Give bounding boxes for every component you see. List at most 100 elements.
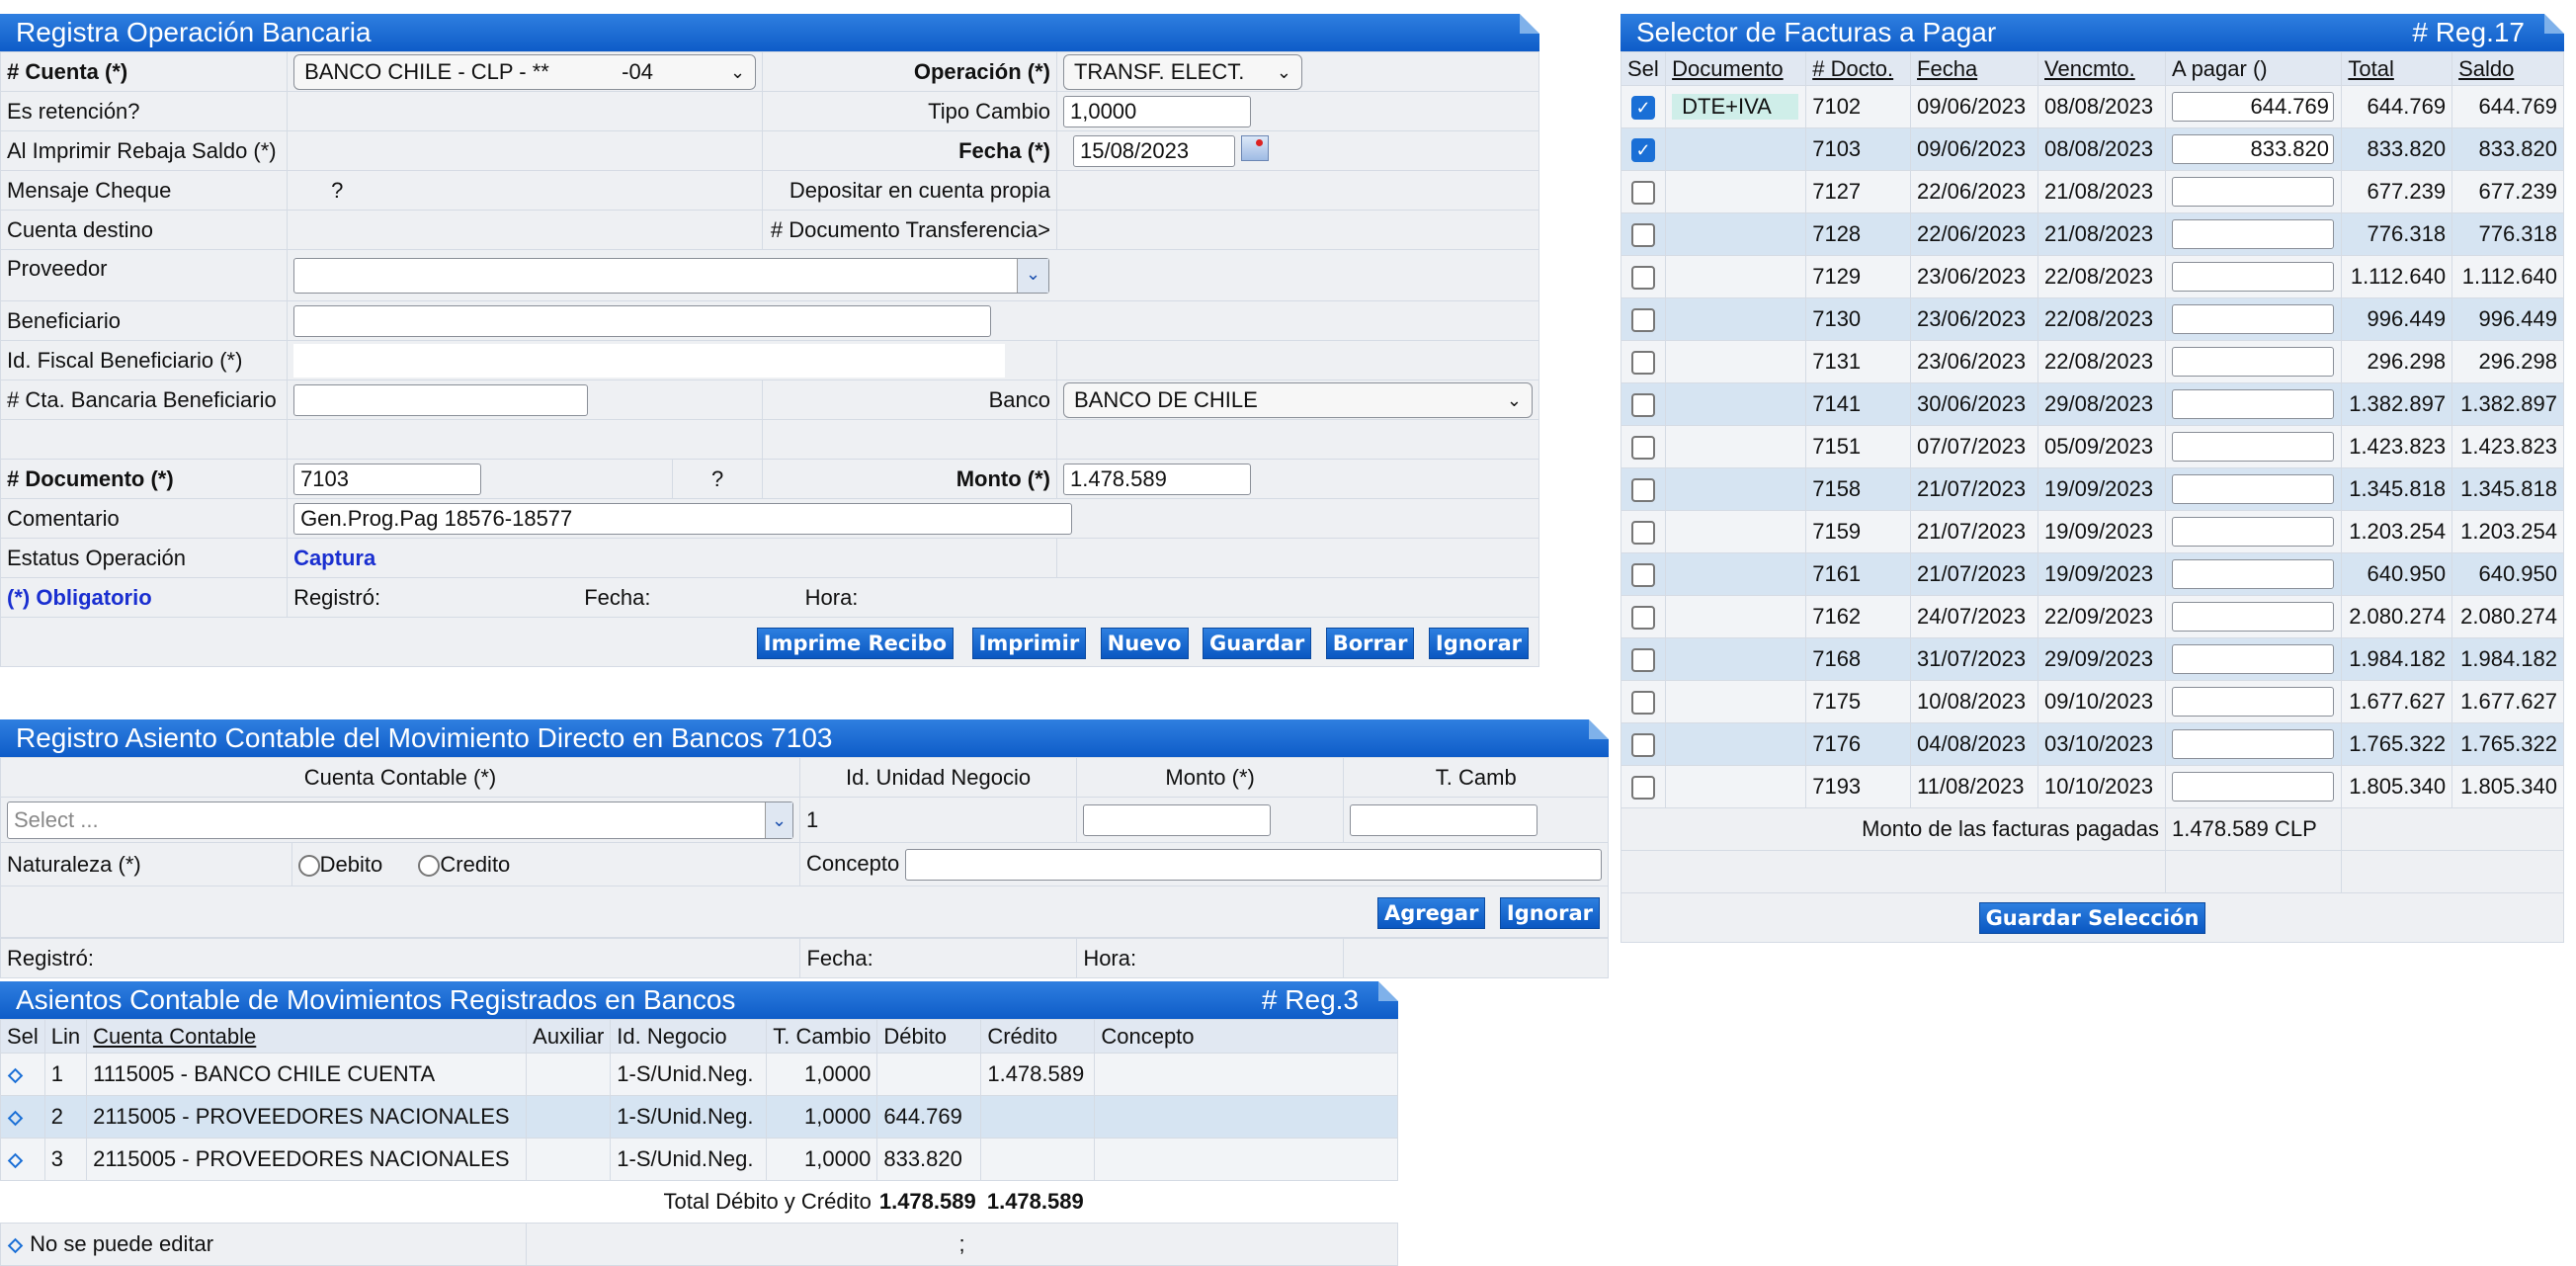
row-select[interactable] [1620,212,1667,256]
row-select[interactable] [1620,340,1667,383]
debito-radio[interactable] [297,854,320,877]
facturas-col-documento[interactable]: Documento [1665,51,1807,86]
a-pagar-input[interactable] [2172,347,2334,377]
a-pagar-input[interactable] [2172,559,2334,589]
table-row[interactable]: 7130 23/06/2023 22/08/2023 996.449 996.449 [1620,297,2564,341]
agregar-button[interactable]: Agregar [1376,897,1486,929]
cuenta-contable-select[interactable]: Select ... ⌄ [7,801,793,839]
diamond-icon[interactable] [7,1152,24,1169]
comentario-input[interactable]: Gen.Prog.Pag 18576-18577 [293,502,1073,535]
table-row[interactable]: 2 2115005 - PROVEEDORES NACIONALES 1-S/Uni… [0,1095,1398,1139]
row-select[interactable] [1620,680,1667,723]
table-row[interactable]: 7176 04/08/2023 03/10/2023 1.765.322 1.765.3… [1620,722,2564,766]
chevron-down-icon[interactable]: ⌄ [1017,258,1049,293]
tipo-cambio-input[interactable]: 1,0000 [1062,95,1251,127]
table-row[interactable]: 7162 24/07/2023 22/09/2023 2.080.274 2.080.2… [1620,595,2564,638]
a-pagar-input[interactable] [2172,644,2334,674]
operacion-select[interactable]: TRANSF. ELECT. ⌄ [1062,53,1302,90]
table-row[interactable]: 3 2115005 - PROVEEDORES NACIONALES 1-S/Uni… [0,1138,1398,1181]
a-pagar-input[interactable]: 833.820 [2172,134,2334,164]
table-row[interactable]: 7129 23/06/2023 22/08/2023 1.112.640 1.112.6… [1620,255,2564,298]
cuenta-select[interactable]: BANCO CHILE - CLP - ** -04 ⌄ [293,53,757,90]
row-select[interactable]: ✓ [1620,127,1667,171]
a-pagar-input[interactable] [2172,602,2334,632]
row-select[interactable] [0,1053,45,1096]
row-select[interactable] [1620,765,1667,808]
imprimir-button[interactable]: Imprimir [971,628,1087,659]
row-select[interactable] [1620,510,1667,553]
checkbox[interactable] [1631,478,1656,503]
checkbox[interactable] [1631,563,1656,588]
row-select[interactable] [1620,595,1667,638]
t-camb-input[interactable] [1350,803,1538,836]
row-select[interactable] [1620,255,1667,298]
calendar-icon[interactable] [1241,134,1270,161]
a-pagar-input[interactable] [2172,474,2334,504]
row-select[interactable] [1620,637,1667,681]
concepto-input[interactable] [905,848,1603,881]
facturas-col-total[interactable]: Total [2341,51,2453,86]
row-select[interactable] [1620,722,1667,766]
table-row[interactable]: 7158 21/07/2023 19/09/2023 1.345.818 1.345.8… [1620,467,2564,511]
table-row[interactable]: 7159 21/07/2023 19/09/2023 1.203.254 1.203.2… [1620,510,2564,553]
a-pagar-input[interactable] [2172,389,2334,419]
a-pagar-input[interactable] [2172,177,2334,207]
checkbox[interactable] [1631,393,1656,418]
checkbox[interactable] [1631,521,1656,546]
checkbox[interactable]: ✓ [1631,138,1656,163]
table-row[interactable]: 7151 07/07/2023 05/09/2023 1.423.823 1.423.8… [1620,425,2564,468]
table-row[interactable]: 7175 10/08/2023 09/10/2023 1.677.627 1.677.6… [1620,680,2564,723]
diamond-icon[interactable] [7,1110,24,1127]
beneficiario-input[interactable] [293,304,992,337]
checkbox[interactable] [1631,308,1656,333]
monto-input[interactable]: 1.478.589 [1062,463,1251,495]
table-row[interactable]: ✓ 7103 09/06/2023 08/08/2023 833.820 833.820 8… [1620,127,2564,171]
a-pagar-input[interactable] [2172,687,2334,717]
row-select[interactable] [0,1138,45,1181]
checkbox[interactable] [1631,266,1656,291]
table-row[interactable]: ✓ DTE+IVA 7102 09/06/2023 08/08/2023 644.769 6… [1620,85,2564,128]
credito-radio[interactable] [418,854,441,877]
a-pagar-input[interactable] [2172,432,2334,462]
mensaje-help[interactable]: ? [287,170,764,211]
a-pagar-input[interactable] [2172,729,2334,759]
checkbox[interactable] [1631,181,1656,206]
checkbox[interactable] [1631,733,1656,758]
nuevo-button[interactable]: Nuevo [1100,628,1189,659]
table-row[interactable]: 7127 22/06/2023 21/08/2023 677.239 677.239 [1620,170,2564,213]
asientos-col-cuenta[interactable]: Cuenta Contable [86,1019,528,1054]
row-select[interactable]: ✓ [1620,85,1667,128]
row-select[interactable] [1620,467,1667,511]
row-select[interactable] [1620,170,1667,213]
facturas-col-saldo[interactable]: Saldo [2451,51,2564,86]
a-pagar-input[interactable] [2172,772,2334,802]
checkbox[interactable] [1631,351,1656,376]
table-row[interactable]: 7141 30/06/2023 29/08/2023 1.382.897 1.382.8… [1620,382,2564,426]
table-row[interactable]: 7161 21/07/2023 19/09/2023 640.950 640.950 [1620,552,2564,596]
table-row[interactable]: 7128 22/06/2023 21/08/2023 776.318 776.318 [1620,212,2564,256]
table-row[interactable]: 7168 31/07/2023 29/09/2023 1.984.182 1.984.1… [1620,637,2564,681]
row-select[interactable] [1620,552,1667,596]
checkbox[interactable] [1631,436,1656,461]
guardar-button[interactable]: Guardar [1203,628,1312,659]
checkbox[interactable]: ✓ [1631,96,1656,121]
banco-select[interactable]: BANCO DE CHILE ⌄ [1062,381,1533,418]
imprime-recibo-button[interactable]: Imprime Recibo [756,628,955,659]
row-select[interactable] [1620,382,1667,426]
documento-input[interactable]: 7103 [293,463,482,495]
a-pagar-input[interactable] [2172,304,2334,334]
borrar-button[interactable]: Borrar [1325,628,1415,659]
checkbox[interactable] [1631,223,1656,248]
checkbox[interactable] [1631,691,1656,716]
documento-help[interactable]: ? [672,459,764,499]
facturas-col-docto[interactable]: # Docto. [1805,51,1912,86]
diamond-icon[interactable] [7,1067,24,1084]
table-row[interactable]: 7193 11/08/2023 10/10/2023 1.805.340 1.805.3… [1620,765,2564,808]
proveedor-select[interactable]: ⌄ [293,257,1050,294]
fecha-input[interactable]: 15/08/2023 [1072,134,1235,167]
ignorar-button[interactable]: Ignorar [1428,628,1529,659]
checkbox[interactable] [1631,648,1656,673]
a-pagar-input[interactable] [2172,262,2334,292]
guardar-seleccion-button[interactable]: Guardar Selección [1978,901,2206,934]
ignorar-asiento-button[interactable]: Ignorar [1499,897,1600,929]
